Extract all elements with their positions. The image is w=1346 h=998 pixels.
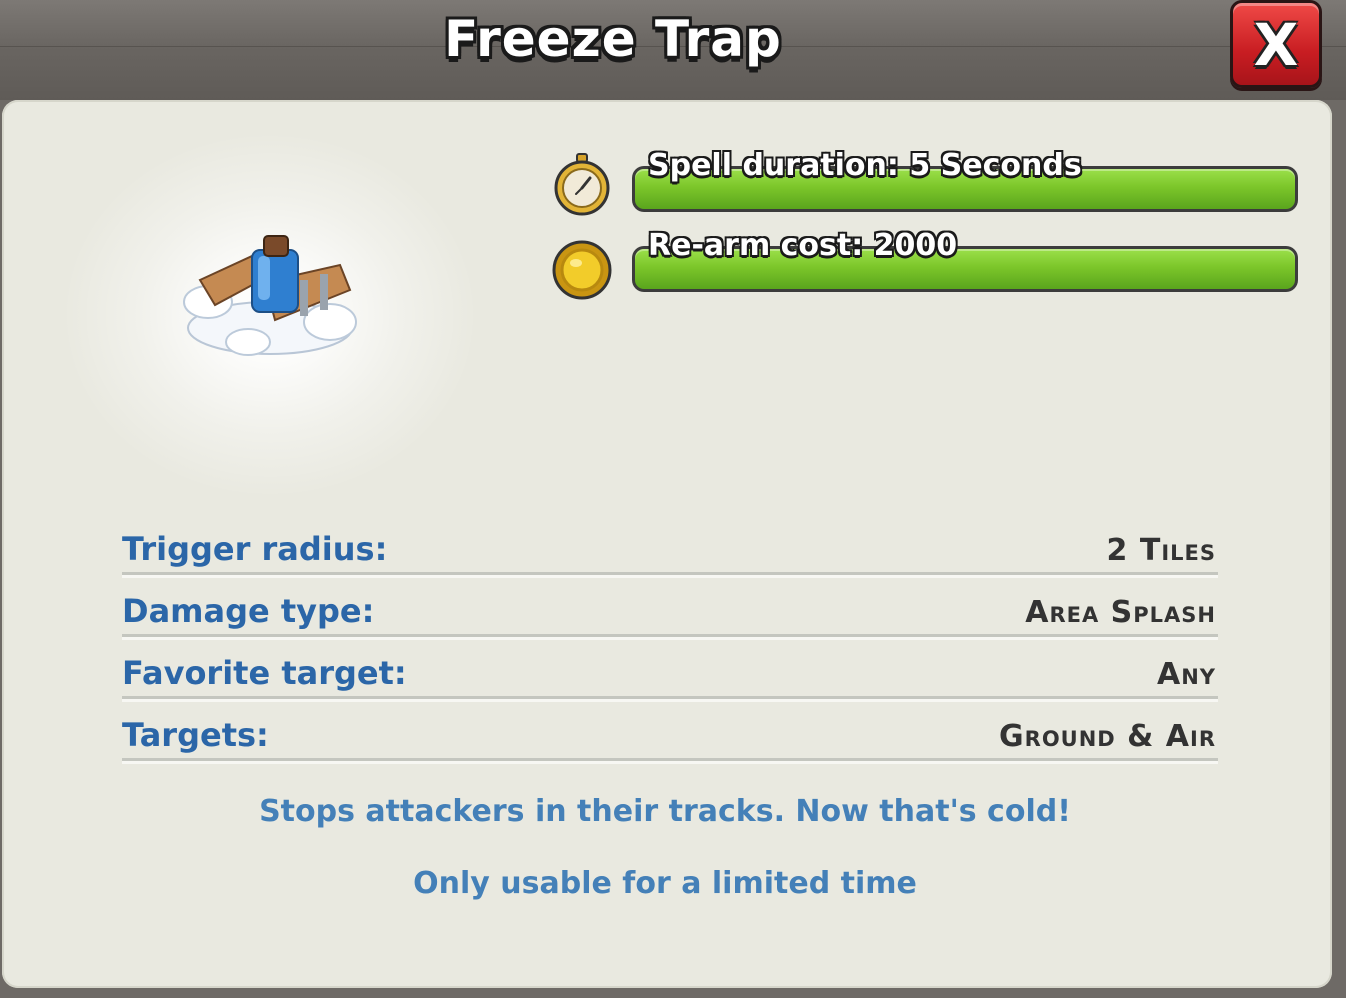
detail-label: Trigger radius:: [122, 530, 388, 568]
close-button[interactable]: X: [1230, 0, 1322, 88]
availability-note: Only usable for a limited time: [413, 866, 917, 901]
detail-row-trigger-radius: Trigger radius: 2 Tiles: [122, 530, 1218, 575]
detail-label: Favorite target:: [122, 654, 407, 692]
detail-value: 2 Tiles: [1106, 533, 1216, 568]
detail-value: Any: [1157, 657, 1216, 692]
gold-coin-icon: [552, 240, 612, 300]
detail-value: Ground & Air: [999, 719, 1216, 754]
detail-label: Damage type:: [122, 592, 375, 630]
window-title: Freeze Trap: [444, 10, 782, 68]
spell-duration-label: Spell duration: 5 Seconds: [648, 148, 1082, 183]
freeze-trap-icon: [183, 235, 357, 356]
detail-value: Area Splash: [1025, 595, 1216, 630]
detail-label: Targets:: [122, 716, 269, 754]
detail-row-targets: Targets: Ground & Air: [122, 716, 1218, 761]
detail-row-favorite-target: Favorite target: Any: [122, 654, 1218, 699]
item-description: Stops attackers in their tracks. Now tha…: [259, 794, 1071, 829]
stopwatch-icon: [554, 153, 610, 216]
detail-row-damage-type: Damage type: Area Splash: [122, 592, 1218, 637]
rearm-cost-label: Re-arm cost: 2000: [648, 228, 958, 263]
